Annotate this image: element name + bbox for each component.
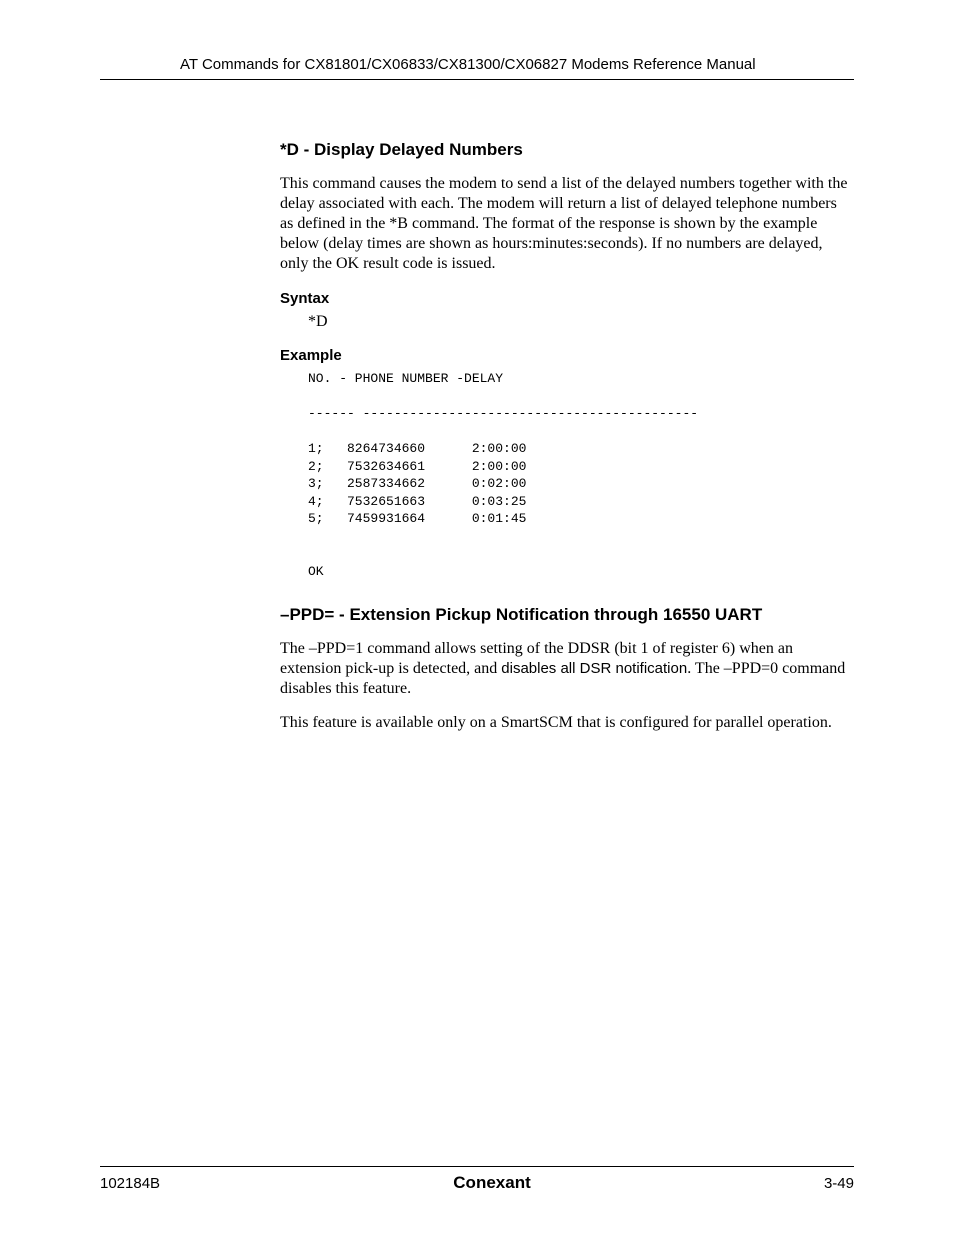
example-heading: Example bbox=[280, 347, 854, 364]
footer-brand: Conexant bbox=[453, 1173, 530, 1193]
ppd-disable-dsr: disables all DSR notification bbox=[501, 660, 687, 677]
section-heading-d: *D - Display Delayed Numbers bbox=[280, 140, 854, 160]
section-heading-ppd: –PPD= - Extension Pickup Notification th… bbox=[280, 605, 854, 625]
example-block: NO. - PHONE NUMBER -DELAY ------ -------… bbox=[308, 370, 854, 581]
running-header: AT Commands for CX81801/CX06833/CX81300/… bbox=[100, 56, 854, 80]
section-d-description: This command causes the modem to send a … bbox=[280, 174, 854, 274]
syntax-value: *D bbox=[308, 313, 854, 331]
syntax-heading: Syntax bbox=[280, 290, 854, 307]
ppd-para2: This feature is available only on a Smar… bbox=[280, 713, 854, 733]
footer-page-number: 3-49 bbox=[824, 1175, 854, 1192]
main-content: *D - Display Delayed Numbers This comman… bbox=[280, 140, 854, 733]
page-footer: 102184B Conexant 3-49 bbox=[100, 1166, 854, 1193]
page: AT Commands for CX81801/CX06833/CX81300/… bbox=[0, 0, 954, 1235]
footer-doc-id: 102184B bbox=[100, 1175, 160, 1192]
ppd-para1: The –PPD=1 command allows setting of the… bbox=[280, 639, 854, 699]
